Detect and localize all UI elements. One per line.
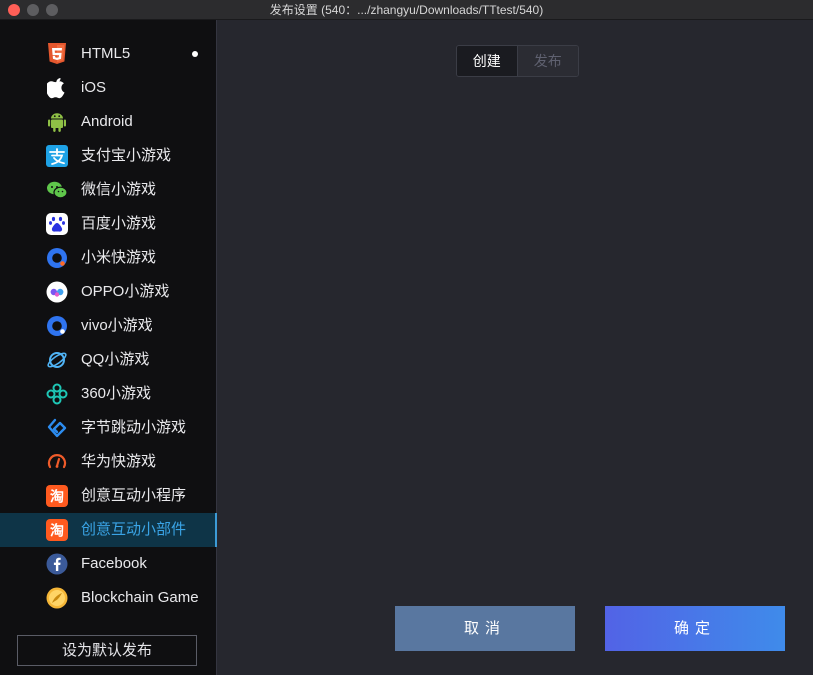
sidebar-item-label: 华为快游戏 [81,453,157,470]
sidebar-item-label: Facebook [81,555,147,572]
sidebar-item-android[interactable]: Android [0,105,216,139]
sidebar-item-label: 小米快游戏 [81,249,157,266]
sidebar-item-360[interactable]: 360小游戏 [0,377,216,411]
sidebar-item-label: Blockchain Game [81,589,199,606]
sidebar-item-vivo[interactable]: vivo小游戏 [0,309,216,343]
baidu-icon [46,213,68,235]
sidebar-item-oppo[interactable]: OPPO小游戏 [0,275,216,309]
sidebar-item-html5[interactable]: HTML5 [0,37,216,71]
set-default-publish-button[interactable]: 设为默认发布 [17,635,197,666]
facebook-icon [46,553,68,575]
taobao-icon: 淘 [46,485,68,507]
sidebar-item-baidu[interactable]: 百度小游戏 [0,207,216,241]
sidebar-item-label: 微信小游戏 [81,181,157,198]
svg-text:淘: 淘 [50,489,64,506]
vivo-icon [46,315,68,337]
confirm-button[interactable]: 确定 [605,606,785,651]
cancel-button[interactable]: 取消 [395,606,575,651]
wechat-icon [46,179,68,201]
sidebar-item-label: 字节跳动小游戏 [81,419,187,436]
oppo-icon [46,281,68,303]
html5-icon [46,43,68,65]
blockchain-icon [46,587,68,609]
sidebar-item-creative-miniapp[interactable]: 淘 创意互动小程序 [0,479,216,513]
sidebar-item-label: 创意互动小程序 [81,487,187,504]
selected-dot [192,51,198,57]
sidebar-item-label: 360小游戏 [81,385,152,402]
sidebar-item-huawei[interactable]: 华为快游戏 [0,445,216,479]
android-icon [46,111,68,133]
sidebar-item-wechat[interactable]: 微信小游戏 [0,173,216,207]
sidebar-item-bytedance[interactable]: 字节跳动小游戏 [0,411,216,445]
sidebar-item-label: 支付宝小游戏 [81,147,172,164]
sidebar-item-label: HTML5 [81,45,131,62]
sidebar-item-label: 百度小游戏 [81,215,157,232]
svg-text:淘: 淘 [50,523,64,540]
sidebar-item-label: Android [81,113,133,130]
sidebar-item-label: vivo小游戏 [81,317,153,334]
mode-tabs: 创建 发布 [456,45,579,77]
sidebar-item-creative-widget[interactable]: 淘 创意互动小部件 [0,513,217,547]
360-icon [46,383,68,405]
sidebar-item-label: 创意互动小部件 [81,521,187,538]
tab-create[interactable]: 创建 [457,46,518,76]
sidebar-item-ios[interactable]: iOS [0,71,216,105]
title-bar: 发布设置 (540：.../zhangyu/Downloads/TTtest/5… [0,0,813,20]
window-title: 发布设置 (540：.../zhangyu/Downloads/TTtest/5… [269,3,544,17]
sidebar-item-blockchain[interactable]: Blockchain Game [0,581,216,615]
huawei-icon [46,451,68,473]
sidebar-item-xiaomi[interactable]: 小米快游戏 [0,241,216,275]
sidebar-item-label: OPPO小游戏 [81,283,170,300]
taobao-icon: 淘 [46,519,68,541]
platform-sidebar: HTML5 iOS Android 支付宝小游戏 微信小游戏 百度小游戏 小米快… [0,20,217,675]
alipay-icon [46,145,68,167]
xiaomi-icon [46,247,68,269]
sidebar-item-qq[interactable]: QQ小游戏 [0,343,216,377]
apple-icon [46,77,68,99]
main-panel: 创建 发布 取消 确定 [217,20,813,675]
sidebar-item-alipay[interactable]: 支付宝小游戏 [0,139,216,173]
tab-publish[interactable]: 发布 [517,46,578,76]
sidebar-item-label: iOS [81,79,107,96]
bytedance-icon [46,417,68,439]
sidebar-item-facebook[interactable]: Facebook [0,547,216,581]
sidebar-item-label: QQ小游戏 [81,351,150,368]
qq-icon [46,349,68,371]
